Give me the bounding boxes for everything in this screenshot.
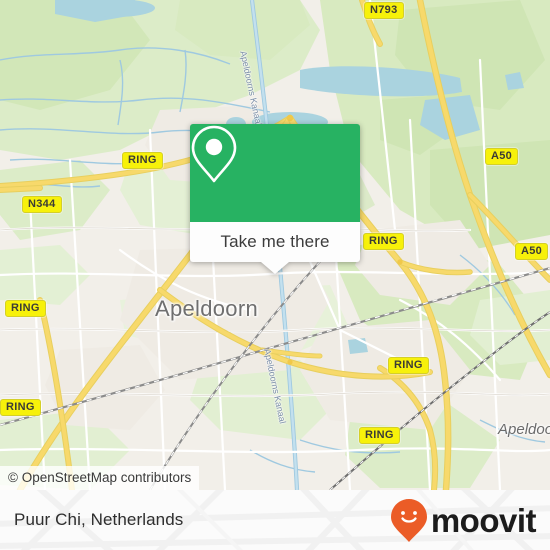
callout-icon-panel — [190, 124, 360, 222]
map-attribution[interactable]: © OpenStreetMap contributors — [0, 466, 200, 490]
road-shield-n793: N793 — [364, 2, 404, 19]
moovit-wordmark: moovit — [430, 501, 537, 539]
callout-action-panel[interactable]: Take me there — [190, 222, 360, 262]
map-pin-icon — [191, 125, 237, 183]
road-shield-a50: A50 — [515, 243, 549, 260]
map-canvas[interactable]: Apeldoorn Apeldoorn Apeldoorns Kanaal Ap… — [0, 0, 550, 490]
moovit-smiley-pin-icon — [390, 499, 427, 542]
place-name-label: Puur Chi, Netherlands — [14, 510, 184, 529]
road-shield-ring: RING — [0, 399, 41, 416]
road-shield-n344: N344 — [22, 196, 62, 213]
road-shield-ring: RING — [359, 427, 400, 444]
moovit-map-card: Apeldoorn Apeldoorn Apeldoorns Kanaal Ap… — [0, 0, 550, 550]
road-shield-ring: RING — [388, 357, 429, 374]
road-shield-a50: A50 — [485, 148, 519, 165]
take-me-there-callout[interactable]: Take me there — [190, 124, 360, 274]
moovit-logo[interactable]: moovit — [389, 497, 537, 543]
callout-pointer — [261, 262, 289, 274]
road-shield-ring: RING — [5, 300, 46, 317]
footer-bar: Puur Chi, Netherlands moovit — [0, 490, 550, 550]
road-shield-ring: RING — [363, 233, 404, 250]
road-shield-ring: RING — [122, 152, 163, 169]
take-me-there-label: Take me there — [220, 232, 330, 251]
